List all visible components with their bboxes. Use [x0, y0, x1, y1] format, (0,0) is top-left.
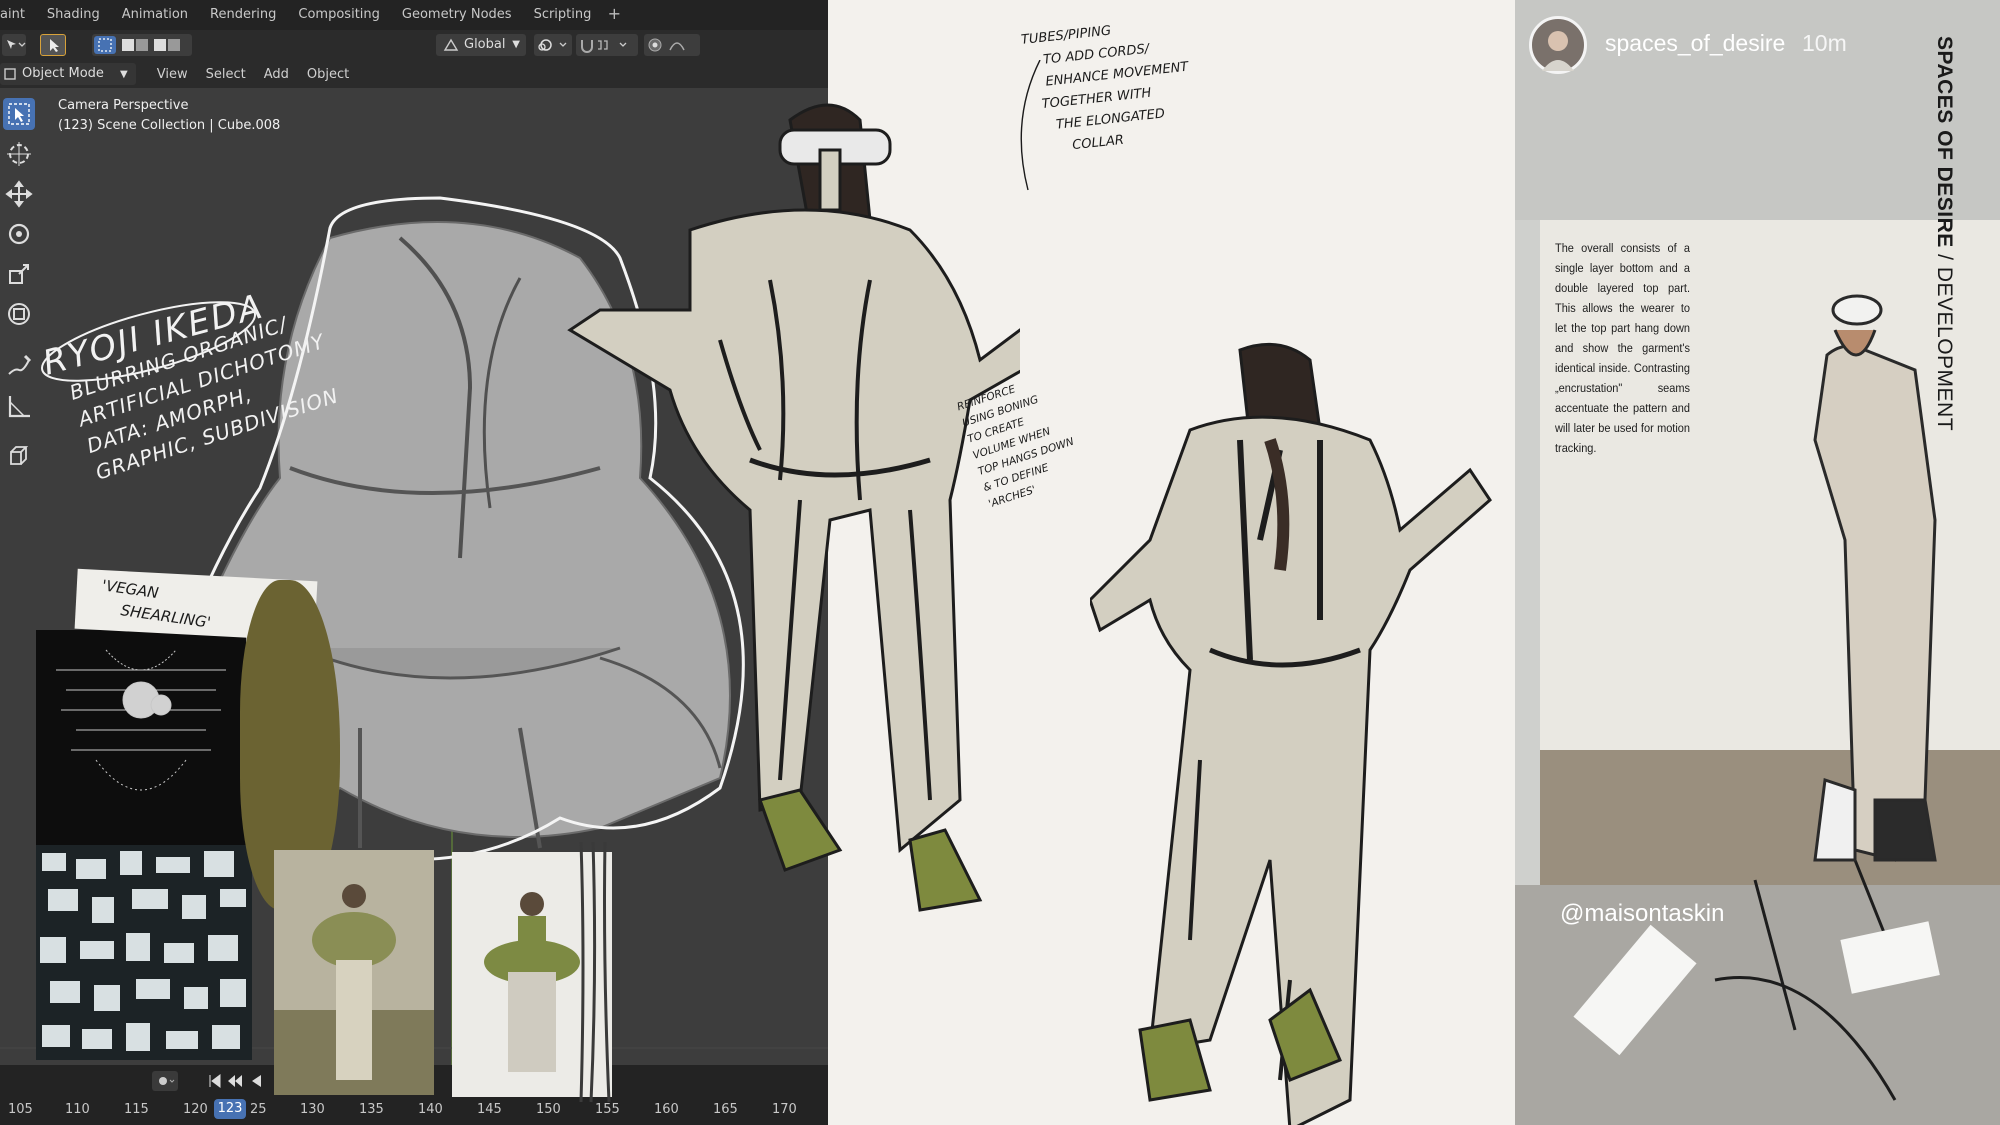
viewport-view-name: Camera Perspective: [58, 98, 189, 113]
story-time-ago: 10m: [1802, 30, 1847, 56]
front-figure-render: [567, 103, 1020, 912]
add-cube-tool-icon[interactable]: [3, 440, 35, 472]
frame-tick: 120: [183, 1102, 208, 1117]
menu-add[interactable]: Add: [255, 67, 298, 82]
select-tool-icon[interactable]: [3, 98, 35, 130]
add-workspace-button[interactable]: +: [604, 5, 624, 25]
frame-tick: 110: [65, 1102, 90, 1117]
frame-tick: 105: [8, 1102, 33, 1117]
story-photo: [1515, 0, 2000, 1125]
mode-dropdown[interactable]: Object Mode ▼: [0, 63, 136, 85]
viewport-collection-info: (123) Scene Collection | Cube.008: [58, 118, 281, 133]
back-figure-render: [1090, 342, 1492, 1125]
menu-select[interactable]: Select: [197, 67, 255, 82]
cursor-tool-icon[interactable]: [3, 138, 35, 170]
current-frame-indicator[interactable]: 123: [214, 1099, 246, 1119]
page-title: SPACES OF DESIRE / DEVELOPMENT: [1930, 36, 1956, 431]
chevron-down-icon: ▼: [120, 69, 128, 80]
frame-tick: 140: [418, 1102, 443, 1117]
playback-controls[interactable]: [206, 1071, 270, 1091]
tab-layout[interactable]: aint: [0, 0, 36, 30]
annotation-arrow: [1020, 60, 1041, 191]
frame-tick: 170: [772, 1102, 797, 1117]
avatar[interactable]: [1529, 16, 1587, 74]
frame-tick: 160: [654, 1102, 679, 1117]
tab-compositing[interactable]: Compositing: [287, 0, 391, 30]
select-box-icon[interactable]: [40, 34, 66, 56]
menu-view[interactable]: View: [148, 67, 197, 82]
transform-tool-icon[interactable]: [3, 298, 35, 330]
frame-tick: 165: [713, 1102, 738, 1117]
workspace-tab-bar: aint Shading Animation Rendering Composi…: [0, 0, 828, 30]
frame-tick: 135: [359, 1102, 384, 1117]
tab-shading[interactable]: Shading: [36, 0, 111, 30]
frame-tick: 145: [477, 1102, 502, 1117]
data-graphic-image: [36, 630, 246, 845]
proportional-editing-icon[interactable]: [644, 34, 700, 56]
scale-tool-icon[interactable]: [3, 258, 35, 290]
title-rest: / DEVELOPMENT: [1933, 247, 1956, 432]
move-tool-icon[interactable]: [3, 178, 35, 210]
rotate-tool-icon[interactable]: [3, 218, 35, 250]
snapping-icon[interactable]: [576, 34, 638, 56]
measure-tool-icon[interactable]: [3, 390, 35, 422]
title-bold: SPACES OF DESIRE: [1933, 36, 1956, 248]
frame-tick: 150: [536, 1102, 561, 1117]
description-text: The overall consists of a single layer b…: [1555, 241, 1690, 455]
annotate-tool-icon[interactable]: [3, 350, 35, 382]
instagram-story: [1515, 0, 2000, 1125]
tool-settings-header: Global ▼: [0, 30, 828, 60]
runway-photo-1: [274, 850, 434, 1095]
story-username[interactable]: spaces_of_desire: [1605, 30, 1785, 57]
frame-tick: 130: [300, 1102, 325, 1117]
story-tag[interactable]: @maisontaskin: [1560, 900, 1724, 928]
mode-value: Object Mode: [22, 66, 104, 81]
pivot-point-icon[interactable]: [534, 34, 572, 56]
tool-picker-icon[interactable]: [2, 34, 26, 56]
pixel-grid-image: [36, 845, 252, 1060]
orientation-icon: [443, 38, 459, 51]
tab-animation[interactable]: Animation: [111, 0, 199, 30]
object-mode-icon: [4, 68, 16, 80]
transform-orientation-dropdown[interactable]: Global ▼: [436, 34, 526, 56]
keyframe-record-icon[interactable]: [152, 1071, 178, 1091]
selection-mode-icons[interactable]: [92, 34, 192, 56]
frame-tick: 25: [250, 1102, 267, 1117]
menu-object[interactable]: Object: [298, 67, 358, 82]
orientation-value: Global: [464, 37, 506, 52]
tab-rendering[interactable]: Rendering: [199, 0, 287, 30]
chevron-down-icon: ▼: [512, 39, 520, 50]
tab-geometry-nodes[interactable]: Geometry Nodes: [391, 0, 523, 30]
frame-tick: 115: [124, 1102, 149, 1117]
tab-scripting[interactable]: Scripting: [523, 0, 603, 30]
